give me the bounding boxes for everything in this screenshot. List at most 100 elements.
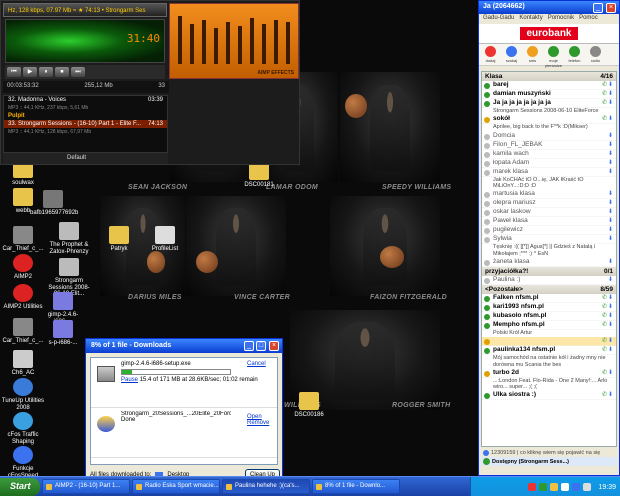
desktop-icon[interactable]: cFos Traffic Shaping <box>0 412 46 445</box>
contact-item[interactable]: martusia klasa ⬇ <box>482 190 616 200</box>
info-arrow-icon[interactable]: ⬇ <box>608 150 614 157</box>
download-item[interactable]: gimp-2.4.6-i686-setup.exe Pause 15.4 of … <box>91 358 277 408</box>
minimize-icon[interactable]: _ <box>593 3 603 13</box>
prev-icon[interactable]: ⏮ <box>7 67 21 77</box>
start-button[interactable]: Start <box>0 477 40 496</box>
info-arrow-icon[interactable]: ⬇ <box>608 90 614 97</box>
desktop-icon[interactable]: AIMP2 <box>0 254 46 281</box>
toolbar-search[interactable]: szukaj <box>502 46 521 63</box>
clock[interactable]: 19:39 <box>598 484 616 491</box>
maximize-icon[interactable]: □ <box>256 341 266 351</box>
info-arrow-icon[interactable]: ⬇ <box>608 115 614 122</box>
contact-item[interactable]: Filon_FL_JEBAK ⬇ <box>482 141 616 150</box>
menu-item[interactable]: Pomoc <box>579 15 598 23</box>
speaker-icon[interactable] <box>583 483 592 491</box>
cancel-link[interactable]: Cancel <box>247 361 266 367</box>
contact-item[interactable]: Paulina :) ⬇ <box>482 276 616 285</box>
info-arrow-icon[interactable]: ⬇ <box>608 346 614 353</box>
info-arrow-icon[interactable]: ⬇ <box>608 141 614 148</box>
toolbar-radio[interactable]: radio <box>586 46 605 63</box>
contact-item[interactable]: kamila wach ⬇ <box>482 150 616 159</box>
eq-slider[interactable] <box>262 24 266 64</box>
contact-item[interactable]: paulinka134 nfsm.pl ✆ ⬇ <box>482 346 616 356</box>
desktop-icon[interactable]: Ch6_AC <box>0 350 46 377</box>
eq-slider[interactable] <box>250 18 254 64</box>
contact-item[interactable]: Paweł klasa ⬇ <box>482 217 616 227</box>
info-arrow-icon[interactable]: ⬇ <box>608 99 614 106</box>
close-icon[interactable]: × <box>269 341 279 351</box>
contact-item[interactable]: Ja ja ja ja ja ja ja ja ✆ ⬇ <box>482 99 616 108</box>
contact-item[interactable]: Domcia ⬇ <box>482 132 616 141</box>
aimp-preset[interactable]: Default <box>3 153 168 164</box>
toolbar-sms[interactable]: sms <box>523 46 542 63</box>
eq-slider[interactable] <box>190 24 194 64</box>
desktop-icon[interactable]: The Prophet & Zatox-Phrenzy <box>46 222 92 255</box>
contact-item[interactable]: marek klasa ⬇ <box>482 168 616 177</box>
contact-item[interactable]: łopata Adam ⬇ <box>482 159 616 168</box>
ad-banner[interactable]: eurobank <box>479 24 619 44</box>
info-arrow-icon[interactable]: ⬇ <box>608 337 614 344</box>
tray-icon[interactable] <box>572 483 581 491</box>
info-arrow-icon[interactable]: ⬇ <box>608 294 614 301</box>
play-icon[interactable]: ▶ <box>23 67 37 77</box>
pause-link[interactable]: Pause <box>121 377 138 383</box>
tray-icon[interactable] <box>550 483 559 491</box>
contact-item[interactable]: kubasolo nfsm.pl ✆ ⬇ <box>482 312 616 321</box>
info-arrow-icon[interactable]: ⬇ <box>608 159 614 166</box>
taskbar-item[interactable]: Radio Eska Sport wmacie... <box>132 479 220 494</box>
info-arrow-icon[interactable]: ⬇ <box>608 369 614 376</box>
contact-item[interactable]: Mempho nfsm.pl ✆ ⬇ <box>482 321 616 330</box>
info-arrow-icon[interactable]: ⬇ <box>608 226 614 233</box>
info-arrow-icon[interactable]: ⬇ <box>608 235 614 242</box>
info-arrow-icon[interactable]: ⬇ <box>608 208 614 215</box>
info-arrow-icon[interactable]: ⬇ <box>608 190 614 197</box>
aimp-time-display[interactable]: 31:40 <box>127 32 160 45</box>
contact-group[interactable]: <Pozostałe> 8/59 <box>482 284 616 294</box>
pause-icon[interactable]: ⏸ <box>39 67 53 77</box>
stop-icon[interactable]: ⏹ <box>55 67 69 77</box>
info-arrow-icon[interactable]: ⬇ <box>608 391 614 398</box>
desktop-icon[interactable]: Car_Thief_c_... <box>0 226 46 253</box>
eq-slider[interactable] <box>178 16 182 64</box>
menu-item[interactable]: Kontakty <box>519 15 542 23</box>
desktop-icon[interactable]: DSC00186 <box>286 392 332 419</box>
taskbar-item[interactable]: AIMP2 - (16-10) Part 1... <box>42 479 130 494</box>
status-selector[interactable]: Dostępny (Strongarm Sess...) <box>481 457 617 466</box>
desktop-icon[interactable]: ProfileList <box>142 226 188 253</box>
info-arrow-icon[interactable]: ⬇ <box>608 276 614 283</box>
info-arrow-icon[interactable]: ⬇ <box>608 258 614 265</box>
info-arrow-icon[interactable]: ⬇ <box>608 217 614 224</box>
desktop-icon[interactable]: DSC00181 <box>236 162 282 189</box>
desktop-icon[interactable]: Patryk <box>96 226 142 253</box>
eq-slider[interactable] <box>226 22 230 64</box>
contact-item[interactable]: Sylwia ⬇ <box>482 235 616 245</box>
contact-item[interactable]: Falken nfsm.pl ✆ ⬇ <box>482 294 616 303</box>
toolbar-money[interactable]: moje pieniadze <box>544 46 563 68</box>
info-arrow-icon[interactable]: ⬇ <box>608 168 614 175</box>
minimize-icon[interactable]: _ <box>244 341 254 351</box>
taskbar-item[interactable]: 8% of 1 file - Downlo... <box>312 479 400 494</box>
toolbar-phone[interactable]: telefon <box>565 46 584 63</box>
contact-item[interactable]: barej ✆ ⬇ <box>482 81 616 90</box>
desktop-icon[interactable]: s-p-i686-... <box>40 320 86 347</box>
contact-item[interactable]: oskar laskow ⬇ <box>482 208 616 218</box>
desktop-icon[interactable]: Funkcje cFosSpeed <box>0 446 46 479</box>
contact-group[interactable]: przyjaciółka?! 0/1 <box>482 266 616 276</box>
eq-slider[interactable] <box>214 28 218 64</box>
eq-slider[interactable] <box>286 22 290 64</box>
info-arrow-icon[interactable]: ⬇ <box>608 132 614 139</box>
contact-item[interactable]: pugilewicz ⬇ <box>482 226 616 236</box>
eq-slider[interactable] <box>202 20 206 64</box>
eq-slider[interactable] <box>238 26 242 64</box>
playlist-item-playing[interactable]: 33. Strongarm Sessions - (16-10) Part 1 … <box>4 120 167 128</box>
info-arrow-icon[interactable]: ⬇ <box>608 199 614 206</box>
contact-item[interactable]: żaneta klasa ⬇ <box>482 258 616 267</box>
contact-item[interactable]: sokół ✆ ⬇ <box>482 115 616 125</box>
menu-item[interactable]: Gadu-Gadu <box>483 15 514 23</box>
tray-icon[interactable] <box>561 483 570 491</box>
status-description[interactable]: 12309159 | co kliknę wiem się pojawić na… <box>481 449 617 457</box>
tray-icon[interactable] <box>539 483 548 491</box>
toolbar-add[interactable]: dodaj <box>481 46 500 63</box>
info-arrow-icon[interactable]: ⬇ <box>608 321 614 328</box>
next-icon[interactable]: ⏭ <box>71 67 85 77</box>
